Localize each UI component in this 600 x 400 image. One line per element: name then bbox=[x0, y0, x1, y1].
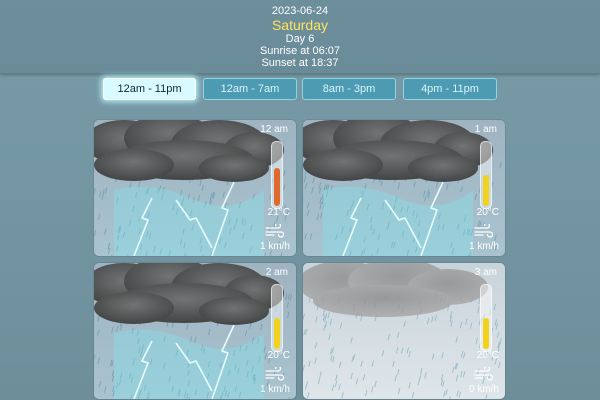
day-header: 2023-06-24 Saturday Day 6 Sunrise at 06:… bbox=[0, 0, 600, 74]
wind-speed: 0 km/h bbox=[468, 384, 499, 395]
thermometer-icon bbox=[271, 284, 283, 352]
hour-card: 2 am 20°C 1 km/h bbox=[94, 263, 296, 399]
hour-card: 12 am 21°C 1 km/h bbox=[94, 120, 296, 256]
wind-icon bbox=[474, 367, 494, 381]
thermometer-icon bbox=[480, 141, 492, 209]
day-number: Day 6 bbox=[285, 33, 315, 45]
tab-evening[interactable]: 4pm - 11pm bbox=[403, 78, 497, 100]
temperature-value: 20°C bbox=[267, 350, 290, 361]
wind-speed: 1 km/h bbox=[468, 241, 499, 252]
thermometer-level bbox=[483, 175, 489, 206]
hour-label: 1 am bbox=[474, 124, 497, 135]
date-label: 2023-06-24 bbox=[271, 5, 329, 17]
thermometer-icon bbox=[480, 284, 492, 352]
hour-label: 2 am bbox=[265, 267, 288, 278]
hour-label: 3 am bbox=[474, 267, 497, 278]
thermometer-level bbox=[274, 168, 280, 206]
wind-icon bbox=[474, 224, 494, 238]
hour-label: 12 am bbox=[260, 124, 288, 135]
sunset-time: Sunset at 18:37 bbox=[261, 57, 339, 69]
tab-day[interactable]: 8am - 3pm bbox=[302, 78, 396, 100]
hour-card: 3 am 20°C 0 km/h bbox=[303, 263, 505, 399]
day-name: Saturday bbox=[271, 17, 329, 33]
sunrise-time: Sunrise at 06:07 bbox=[259, 45, 341, 57]
wind-icon bbox=[265, 367, 285, 381]
temperature-value: 20°C bbox=[476, 207, 499, 218]
wind-icon bbox=[265, 224, 285, 238]
wind-speed: 1 km/h bbox=[259, 384, 290, 395]
temperature-value: 20°C bbox=[476, 350, 499, 361]
wind-speed: 1 km/h bbox=[259, 241, 290, 252]
thermometer-icon bbox=[271, 141, 283, 209]
thermometer-level bbox=[483, 318, 489, 349]
temperature-value: 21°C bbox=[267, 207, 290, 218]
time-range-tabs: 12am - 11pm 12am - 7am 8am - 3pm 4pm - 1… bbox=[0, 78, 600, 102]
thermometer-level bbox=[274, 318, 280, 349]
tab-all-day[interactable]: 12am - 11pm bbox=[103, 78, 196, 100]
hour-card: 1 am 20°C 1 km/h bbox=[303, 120, 505, 256]
tab-night[interactable]: 12am - 7am bbox=[203, 78, 297, 100]
